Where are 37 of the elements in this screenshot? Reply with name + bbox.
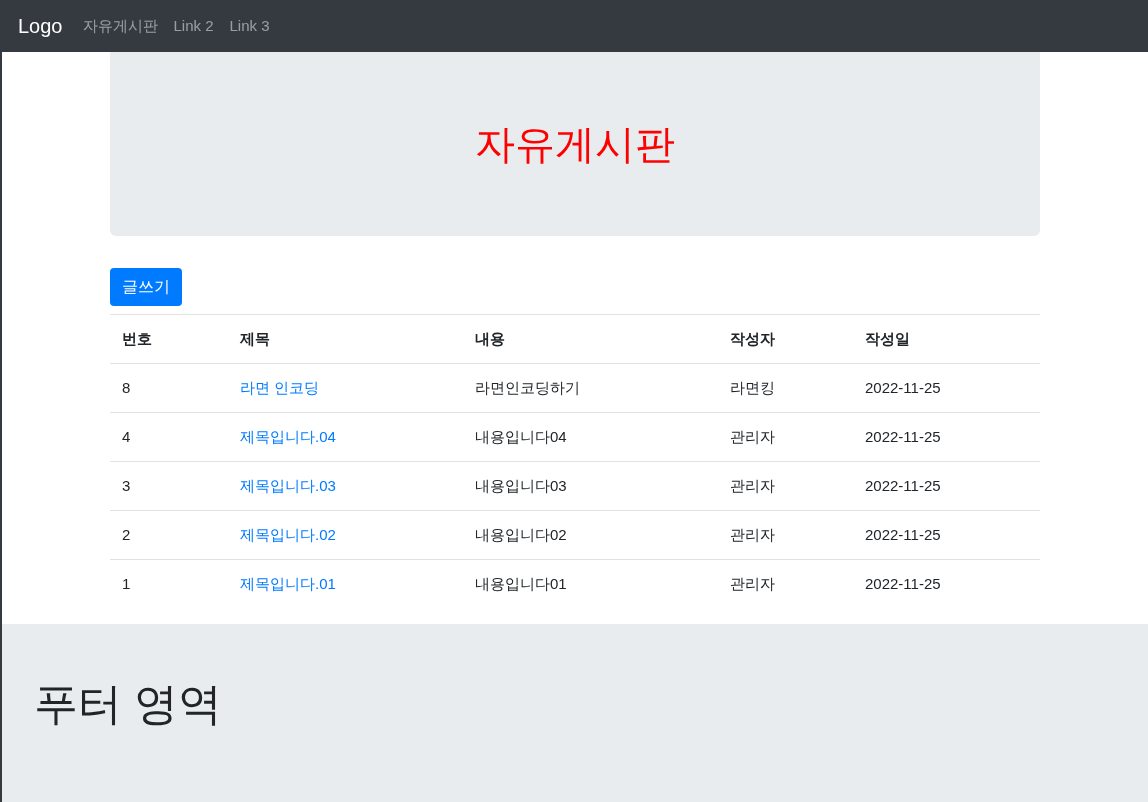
column-header: 작성자 xyxy=(718,314,853,364)
date-cell: 2022-11-25 xyxy=(853,559,1040,609)
date-cell: 2022-11-25 xyxy=(853,363,1040,413)
post-title-link[interactable]: 제목입니다.01 xyxy=(240,575,336,592)
brand-link[interactable]: Logo xyxy=(18,12,63,40)
author-cell: 관리자 xyxy=(718,461,853,511)
content-cell: 내용입니다04 xyxy=(463,412,718,462)
nav-link[interactable]: 자유게시판 xyxy=(82,14,158,38)
date-cell: 2022-11-25 xyxy=(853,510,1040,560)
post-title-link[interactable]: 제목입니다.03 xyxy=(240,476,336,494)
number-cell: 2 xyxy=(110,510,228,560)
column-header: 내용 xyxy=(463,314,718,364)
date-cell: 2022-11-25 xyxy=(853,461,1040,511)
content-cell: 라면인코딩하기 xyxy=(463,363,718,413)
nav-link[interactable]: Link 3 xyxy=(229,14,270,38)
post-title-link[interactable]: 제목입니다.04 xyxy=(240,427,336,445)
post-title-link[interactable]: 라면 인코딩 xyxy=(240,378,320,396)
number-cell: 4 xyxy=(110,412,228,462)
column-header: 작성일 xyxy=(853,314,1040,364)
number-cell: 3 xyxy=(110,461,228,511)
column-header: 제목 xyxy=(228,314,463,364)
write-button[interactable]: 글쓰기 xyxy=(110,268,182,306)
author-cell: 관리자 xyxy=(718,559,853,609)
author-cell: 관리자 xyxy=(718,510,853,560)
author-cell: 라면킹 xyxy=(718,363,853,413)
content-cell: 내용입니다02 xyxy=(463,510,718,560)
number-cell: 1 xyxy=(110,559,228,609)
content-cell: 내용입니다03 xyxy=(463,461,718,511)
nav-link[interactable]: Link 2 xyxy=(173,14,214,38)
post-title-link[interactable]: 제목입니다.02 xyxy=(240,525,336,543)
column-header: 번호 xyxy=(110,314,228,364)
date-cell: 2022-11-25 xyxy=(853,412,1040,462)
content-cell: 내용입니다01 xyxy=(463,559,718,609)
author-cell: 관리자 xyxy=(718,412,853,462)
number-cell: 8 xyxy=(110,363,228,413)
page-title: 자유게시판 xyxy=(475,121,675,168)
footer-text: 푸터 영역 xyxy=(34,681,224,726)
